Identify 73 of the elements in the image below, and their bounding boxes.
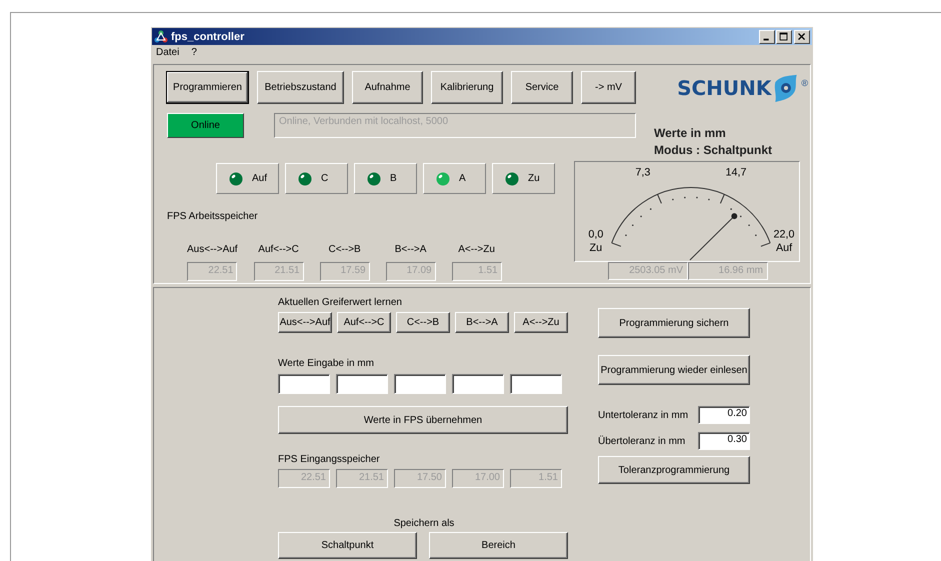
value-field: 17.59 (320, 262, 370, 281)
gauge-end-label: Auf (776, 242, 792, 254)
tab[interactable]: Betriebszustand (257, 71, 344, 104)
save-button[interactable]: Schaltpunkt (278, 532, 417, 559)
menu-item[interactable]: ? (191, 47, 197, 61)
status-field: Online, Verbunden mit localhost, 5000 (274, 113, 636, 138)
program-button[interactable]: Programmierung wieder einlesen (598, 355, 750, 385)
column-label: Auf<-->C (258, 244, 299, 255)
window-title: fps_controller (171, 30, 244, 42)
gauge-tick-label: 14,7 (726, 166, 746, 179)
learn-button[interactable]: Aus<-->Auf (278, 312, 332, 333)
value-field: 17.09 (386, 262, 436, 281)
value-field: 17.00 (452, 469, 504, 488)
close-icon[interactable] (794, 30, 810, 44)
save-button[interactable]: Bereich (429, 532, 568, 559)
gauge-tick-label: 7,3 (635, 166, 650, 179)
learn-button[interactable]: A<-->Zu (514, 312, 568, 333)
registered-mark: ® (801, 78, 808, 88)
value-field: 1.51 (452, 262, 502, 281)
gauge-tick-label: 22,0 (774, 228, 795, 240)
tab[interactable]: Service (511, 71, 573, 104)
tolerance-field[interactable]: 0.30 (698, 432, 750, 450)
minimize-icon[interactable] (759, 30, 775, 44)
column-label: C<-->B (328, 244, 361, 255)
program-button[interactable]: Programmierung sichern (598, 308, 750, 338)
input-field[interactable] (510, 374, 562, 394)
led-label: Auf (252, 173, 268, 184)
input-field[interactable] (452, 374, 504, 394)
section-label: Werte Eingabe in mm (278, 358, 375, 369)
learn-button[interactable]: Auf<-->C (337, 312, 391, 333)
tab[interactable]: -> mV (581, 71, 636, 104)
tolerance-field[interactable]: 0.20 (698, 406, 750, 424)
readout-field: 16.96 mm (688, 262, 768, 280)
learn-button[interactable]: B<-->A (455, 312, 509, 333)
tolerance-label: Untertoleranz in mm (598, 410, 688, 420)
value-field: 21.51 (336, 469, 388, 488)
info-text: Modus : Schaltpunkt (654, 142, 772, 159)
apply-button[interactable]: Werte in FPS übernehmen (278, 406, 568, 434)
value-field: 22.51 (278, 469, 330, 488)
column-label: Aus<-->Auf (187, 244, 238, 255)
status-indicator: Online (167, 113, 244, 138)
info-text: Werte in mm (654, 125, 727, 142)
readout-field: 2503.05 mV (608, 262, 688, 280)
value-field: 22.51 (187, 262, 238, 281)
section-label: Speichern als (392, 518, 456, 529)
value-field: 1.51 (510, 469, 562, 488)
menu-item[interactable]: Datei (156, 47, 180, 61)
tolerance-label: Übertoleranz in mm (598, 436, 686, 446)
gauge-needle (689, 213, 738, 260)
section-label: Aktuellen Greiferwert lernen (278, 297, 403, 308)
tab[interactable]: Programmieren (166, 71, 249, 104)
gauge-end-label: Zu (590, 242, 602, 254)
section-label: FPS Eingangsspeicher (278, 454, 381, 465)
led-label: C (321, 173, 328, 184)
column-label: A<-->Zu (458, 244, 495, 255)
gauge-tick-label: 0,0 (588, 228, 604, 240)
app-icon (154, 30, 168, 44)
logo-text: SCHUNK (677, 74, 772, 102)
led-label: A (459, 173, 466, 184)
column-label: B<-->A (394, 244, 426, 255)
tolerance-button[interactable]: Toleranzprogrammierung (598, 456, 750, 484)
input-field[interactable] (336, 374, 388, 394)
input-field[interactable] (394, 374, 446, 394)
led-label: Zu (528, 173, 540, 184)
input-field[interactable] (278, 374, 330, 394)
learn-button[interactable]: C<-->B (396, 312, 450, 333)
value-field: 21.51 (254, 262, 304, 281)
tab[interactable]: Kalibrierung (431, 71, 503, 104)
value-field: 17.50 (394, 469, 446, 488)
led-label: B (390, 173, 397, 184)
tab[interactable]: Aufnahme (352, 71, 423, 104)
maximize-icon[interactable] (776, 30, 792, 44)
section-label: FPS Arbeitsspeicher (167, 211, 259, 222)
